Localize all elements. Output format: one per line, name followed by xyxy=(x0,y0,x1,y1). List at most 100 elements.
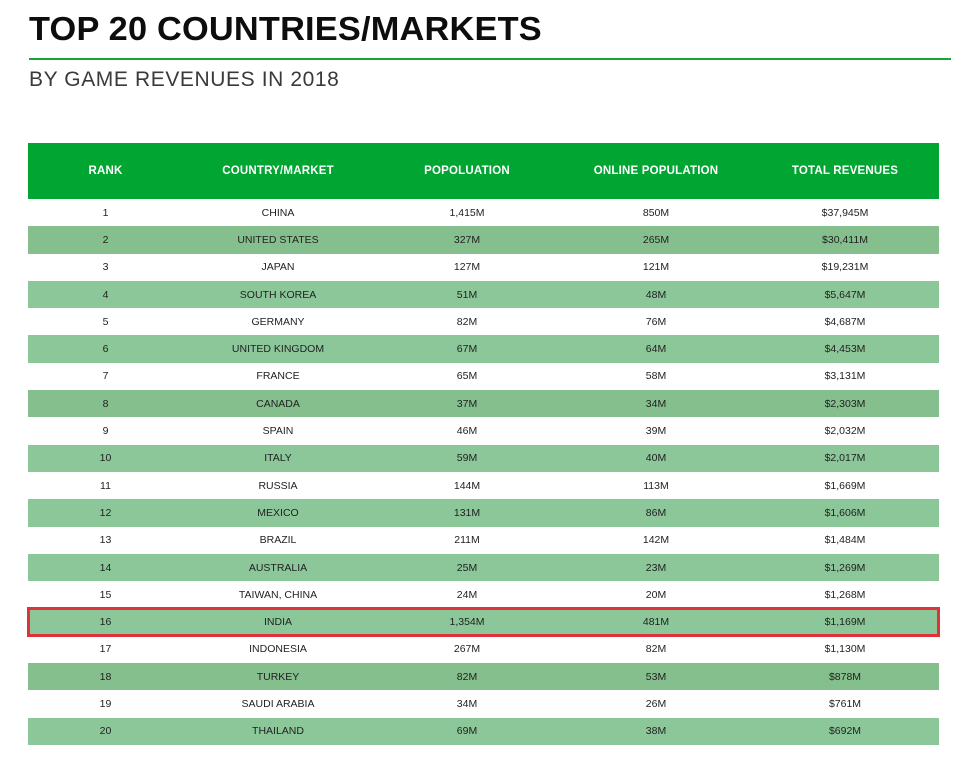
cell-total-revenues: $5,647M xyxy=(824,288,866,301)
cell-rank: 9 xyxy=(102,425,109,438)
column-header-rank: RANK xyxy=(88,165,123,177)
cell-online-population: 481M xyxy=(642,616,670,629)
cell-total-revenues: $4,687M xyxy=(824,315,866,328)
table-row: 12 MEXICO 131M 86M $1,606M xyxy=(28,499,939,527)
page-subtitle: BY GAME REVENUES IN 2018 xyxy=(29,68,340,91)
cell-online-population: 23M xyxy=(645,561,667,574)
table-row: 13 BRAZIL 211M 142M $1,484M xyxy=(28,526,939,554)
cell-country: TAIWAN, CHINA xyxy=(238,588,318,601)
revenue-table: RANK COUNTRY/MARKET POPOLUATION ONLINE P… xyxy=(27,143,940,745)
cell-online-population: 113M xyxy=(643,479,669,492)
cell-total-revenues: $30,411M xyxy=(822,233,868,246)
cell-population: 67M xyxy=(456,343,478,356)
cell-total-revenues: $37,945M xyxy=(821,206,869,219)
table-header-row: RANK COUNTRY/MARKET POPOLUATION ONLINE P… xyxy=(28,143,939,199)
cell-total-revenues: $3,131M xyxy=(824,370,866,383)
cell-online-population: 121M xyxy=(642,261,670,274)
table-row: 11 RUSSIA 144M 113M $1,669M xyxy=(28,471,939,500)
table-row: 3 JAPAN 127M 121M $19,231M xyxy=(28,253,939,281)
cell-online-population: 39M xyxy=(645,425,667,438)
cell-online-population: 86M xyxy=(645,506,667,519)
table-row: 17 INDONESIA 267M 82M $1,130M xyxy=(28,635,939,664)
cell-rank: 18 xyxy=(99,670,112,683)
cell-population: 127M xyxy=(453,261,481,274)
cell-country: INDIA xyxy=(263,616,292,629)
cell-country: UNITED KINGDOM xyxy=(231,343,325,356)
cell-online-population: 48M xyxy=(645,288,667,301)
cell-rank: 6 xyxy=(102,343,109,356)
cell-population: 327M xyxy=(453,233,481,246)
cell-rank: 3 xyxy=(102,261,109,274)
cell-total-revenues: $1,606M xyxy=(824,506,866,519)
table-body: 1 CHINA 1,415M 850M $37,945M 2 UNITED STATES 32… xyxy=(27,199,940,745)
cell-total-revenues: $1,268M xyxy=(824,588,866,601)
cell-online-population: 265M xyxy=(642,233,670,246)
cell-country: FRANCE xyxy=(256,370,300,383)
cell-total-revenues: $878M xyxy=(828,670,862,683)
cell-online-population: 53M xyxy=(645,670,667,683)
cell-population: 211M xyxy=(454,534,480,547)
cell-country: INDONESIA xyxy=(249,643,307,656)
cell-online-population: 76M xyxy=(645,315,667,328)
cell-population: 46M xyxy=(456,425,478,438)
cell-country: SOUTH KOREA xyxy=(239,288,317,301)
cell-total-revenues: $2,303M xyxy=(824,397,866,410)
cell-country: AUSTRALIA xyxy=(248,561,308,574)
cell-population: 24M xyxy=(456,588,478,601)
cell-rank: 2 xyxy=(102,233,109,246)
cell-population: 131M xyxy=(453,506,481,519)
table-row: 9 SPAIN 46M 39M $2,032M xyxy=(28,417,939,445)
table-row: 18 TURKEY 82M 53M $878M xyxy=(28,663,939,691)
table-row: 6 UNITED KINGDOM 67M 64M $4,453M xyxy=(28,335,939,363)
cell-total-revenues: $1,130M xyxy=(824,643,866,656)
table-row: 15 TAIWAN, CHINA 24M 20M $1,268M xyxy=(28,581,939,609)
table-row: 19 SAUDI ARABIA 34M 26M $761M xyxy=(28,690,939,718)
cell-rank: 5 xyxy=(102,315,109,328)
cell-population: 267M xyxy=(453,643,481,656)
table-row: 7 FRANCE 65M 58M $3,131M xyxy=(28,362,939,391)
column-header-total-revenues: TOTAL REVENUES xyxy=(791,165,899,177)
cell-country: TURKEY xyxy=(256,670,300,683)
cell-online-population: 82M xyxy=(645,643,667,656)
table-row: 2 UNITED STATES 327M 265M $30,411M xyxy=(28,226,939,254)
cell-rank: 7 xyxy=(102,370,109,383)
cell-rank: 1 xyxy=(102,206,109,219)
cell-rank: 13 xyxy=(99,534,112,547)
cell-total-revenues: $761M xyxy=(828,697,862,710)
cell-online-population: 26M xyxy=(645,697,667,710)
cell-rank: 4 xyxy=(102,288,109,301)
cell-rank: 20 xyxy=(99,725,112,738)
cell-rank: 12 xyxy=(99,506,112,519)
table-row: 4 SOUTH KOREA 51M 48M $5,647M xyxy=(28,280,939,309)
cell-population: 37M xyxy=(456,397,478,410)
cell-country: UNITED STATES xyxy=(237,233,319,246)
cell-total-revenues: $1,484M xyxy=(824,534,866,547)
cell-population: 1,354M xyxy=(449,616,485,629)
cell-population: 65M xyxy=(456,370,478,383)
table-row: 1 CHINA 1,415M 850M $37,945M xyxy=(28,199,939,227)
cell-population: 34M xyxy=(456,697,478,710)
cell-country: GERMANY xyxy=(251,315,305,328)
table-row: 8 CANADA 37M 34M $2,303M xyxy=(28,390,939,418)
cell-population: 82M xyxy=(456,670,478,683)
cell-rank: 8 xyxy=(102,397,109,410)
cell-total-revenues: $2,017M xyxy=(824,452,866,465)
table-row: 14 AUSTRALIA 25M 23M $1,269M xyxy=(28,553,939,582)
cell-total-revenues: $4,453M xyxy=(824,343,866,356)
cell-country: ITALY xyxy=(264,452,292,465)
cell-online-population: 40M xyxy=(645,452,667,465)
table-row: 5 GERMANY 82M 76M $4,687M xyxy=(28,308,939,336)
cell-population: 1,415M xyxy=(449,206,485,219)
cell-country: SPAIN xyxy=(262,425,294,438)
table-row-highlighted: 16 INDIA 1,354M 481M $1,169M xyxy=(27,607,940,637)
cell-population: 51M xyxy=(456,288,478,301)
cell-country: THAILAND xyxy=(252,725,304,738)
cell-online-population: 34M xyxy=(645,397,667,410)
column-header-online-population: ONLINE POPULATION xyxy=(593,165,719,177)
cell-total-revenues: $19,231M xyxy=(821,261,869,274)
cell-rank: 11 xyxy=(100,479,111,492)
cell-country: BRAZIL xyxy=(259,534,297,547)
cell-total-revenues: $2,032M xyxy=(824,425,866,438)
cell-total-revenues: $692M xyxy=(828,725,862,738)
cell-country: CHINA xyxy=(261,206,295,219)
